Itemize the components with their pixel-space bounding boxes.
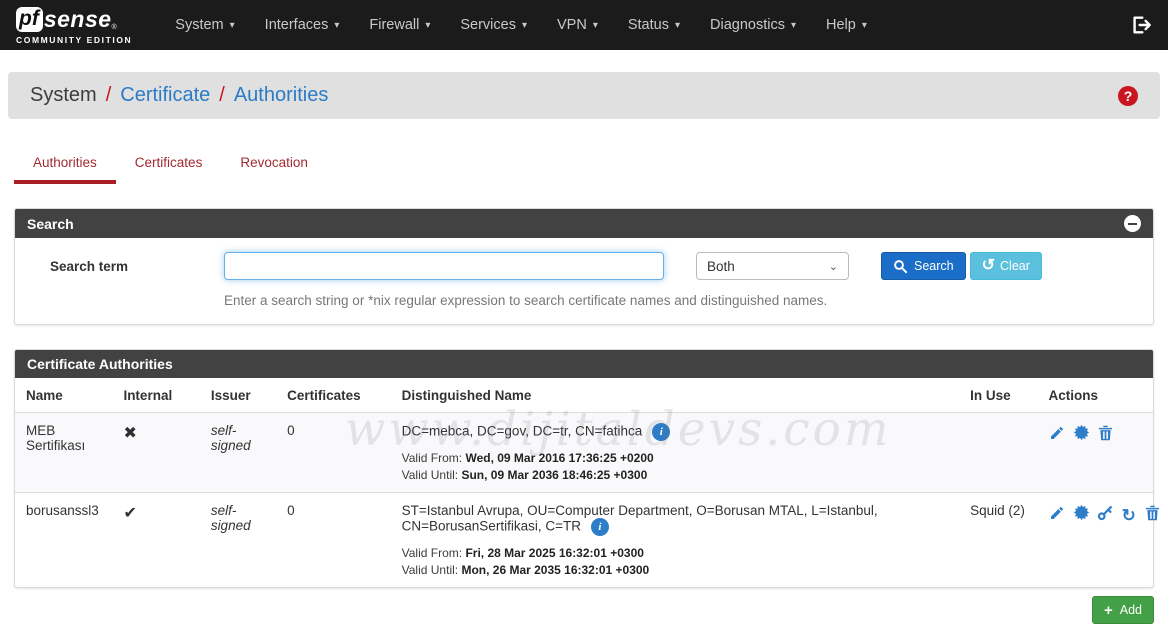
search-icon [893, 259, 908, 274]
col-header-issuer: Issuer [205, 378, 281, 413]
nav-item-help[interactable]: Help▾ [811, 0, 882, 50]
page-tabs: Authorities Certificates Revocation [14, 147, 1154, 184]
check-mark-icon: ✔ [123, 505, 136, 522]
valid-from-label: Valid From: [402, 451, 462, 465]
col-header-certificates: Certificates [281, 378, 396, 413]
breadcrumb-link-authorities[interactable]: Authorities [234, 84, 329, 107]
nav-item-vpn[interactable]: VPN▾ [542, 0, 613, 50]
delete-trash-icon[interactable] [1144, 504, 1162, 522]
breadcrumb-separator: / [219, 84, 225, 107]
nav-item-diagnostics[interactable]: Diagnostics▾ [695, 0, 811, 50]
export-certificate-icon[interactable] [1072, 503, 1090, 521]
ca-distinguished-name: ST=Istanbul Avrupa, OU=Computer Departme… [402, 503, 878, 534]
ca-cert-count: 0 [281, 413, 396, 493]
valid-from-label: Valid From: [402, 546, 462, 560]
chevron-down-icon: ⌄ [829, 260, 838, 273]
nav-item-interfaces[interactable]: Interfaces▾ [250, 0, 355, 50]
logo-pf-box: pf [16, 7, 43, 32]
edit-pencil-icon[interactable] [1048, 504, 1066, 522]
chevron-down-icon: ▾ [791, 20, 796, 31]
search-panel-header: Search [15, 209, 1153, 238]
ca-panel-header: Certificate Authorities [15, 350, 1153, 378]
search-input[interactable] [224, 252, 664, 280]
undo-icon: ↺ [982, 258, 995, 274]
col-header-name: Name [15, 378, 117, 413]
export-key-icon[interactable] [1096, 504, 1114, 522]
search-panel: Search Search term Both ⌄ Search ↺ Clear [14, 208, 1154, 325]
add-button[interactable]: + Add [1092, 596, 1154, 624]
breadcrumb-link-certificate[interactable]: Certificate [120, 84, 210, 107]
logo-edition-text: COMMUNITY EDITION [16, 35, 132, 45]
ca-name: MEB Sertifikası [15, 413, 117, 493]
clear-button[interactable]: ↺ Clear [970, 252, 1042, 280]
chevron-down-icon: ▾ [593, 20, 598, 31]
search-term-label: Search term [35, 259, 224, 274]
ca-cert-count: 0 [281, 493, 396, 588]
valid-until-label: Valid Until: [402, 563, 458, 577]
valid-until-value: Mon, 26 Mar 2035 16:32:01 +0300 [461, 563, 649, 577]
valid-from-value: Wed, 09 Mar 2016 17:36:25 +0200 [465, 451, 653, 465]
info-icon[interactable]: i [652, 423, 670, 441]
ca-in-use: Squid (2) [964, 493, 1042, 588]
export-certificate-icon[interactable] [1072, 423, 1090, 441]
search-hint-text: Enter a search string or *nix regular ex… [224, 293, 1133, 308]
nav-item-services[interactable]: Services▾ [445, 0, 542, 50]
help-icon[interactable]: ? [1118, 86, 1138, 106]
chevron-down-icon: ▾ [334, 20, 339, 31]
chevron-down-icon: ▾ [425, 20, 430, 31]
breadcrumb-separator: / [106, 84, 112, 107]
col-header-distinguished-name: Distinguished Name [396, 378, 964, 413]
ca-issuer: self-signed [205, 413, 281, 493]
valid-until-label: Valid Until: [402, 468, 458, 482]
tab-authorities[interactable]: Authorities [14, 147, 116, 184]
ca-issuer: self-signed [205, 493, 281, 588]
plus-icon: + [1104, 603, 1113, 618]
info-icon[interactable]: i [591, 518, 609, 536]
valid-until-value: Sun, 09 Mar 2036 18:46:25 +0300 [461, 468, 647, 482]
search-type-selected-value: Both [707, 259, 735, 274]
nav-item-status[interactable]: Status▾ [613, 0, 695, 50]
nav-item-firewall[interactable]: Firewall▾ [354, 0, 445, 50]
search-button[interactable]: Search [881, 252, 966, 280]
table-row: borusanssl3 ✔ self-signed 0 ST=Istanbul … [15, 493, 1153, 588]
renew-refresh-icon[interactable]: ↻ [1120, 506, 1138, 524]
tab-certificates[interactable]: Certificates [116, 147, 222, 184]
certificate-authorities-panel: Certificate Authorities Name Internal Is… [14, 349, 1154, 588]
navbar-menu: System▾ Interfaces▾ Firewall▾ Services▾ … [160, 0, 882, 50]
ca-name: borusanssl3 [15, 493, 117, 588]
search-panel-title: Search [27, 216, 74, 232]
ca-in-use [964, 413, 1042, 493]
delete-trash-icon[interactable] [1096, 424, 1114, 442]
table-header-row: Name Internal Issuer Certificates Distin… [15, 378, 1153, 413]
breadcrumb: System / Certificate / Authorities ? [8, 72, 1160, 119]
chevron-down-icon: ▾ [862, 20, 867, 31]
nav-item-system[interactable]: System▾ [160, 0, 249, 50]
pfsense-logo[interactable]: pfsense® COMMUNITY EDITION [16, 6, 132, 45]
col-header-actions: Actions [1042, 378, 1153, 413]
logo-sense-text: sense [44, 6, 112, 33]
top-navbar: pfsense® COMMUNITY EDITION System▾ Inter… [0, 0, 1168, 50]
breadcrumb-section: System [30, 84, 97, 107]
chevron-down-icon: ▾ [522, 20, 527, 31]
valid-from-value: Fri, 28 Mar 2025 16:32:01 +0300 [465, 546, 643, 560]
chevron-down-icon: ▾ [675, 20, 680, 31]
collapse-panel-icon[interactable] [1124, 215, 1141, 232]
col-header-internal: Internal [117, 378, 204, 413]
x-mark-icon: ✖ [123, 425, 136, 442]
logo-registered-mark: ® [112, 24, 117, 31]
search-type-select[interactable]: Both ⌄ [696, 252, 849, 280]
table-row: MEB Sertifikası ✖ self-signed 0 DC=mebca… [15, 413, 1153, 493]
chevron-down-icon: ▾ [230, 20, 235, 31]
ca-distinguished-name: DC=mebca, DC=gov, DC=tr, CN=fatihca [402, 424, 643, 439]
ca-panel-title: Certificate Authorities [27, 356, 173, 372]
edit-pencil-icon[interactable] [1048, 424, 1066, 442]
sign-out-icon[interactable] [1130, 14, 1152, 36]
ca-table: Name Internal Issuer Certificates Distin… [15, 378, 1153, 587]
col-header-in-use: In Use [964, 378, 1042, 413]
tab-revocation[interactable]: Revocation [221, 147, 327, 184]
